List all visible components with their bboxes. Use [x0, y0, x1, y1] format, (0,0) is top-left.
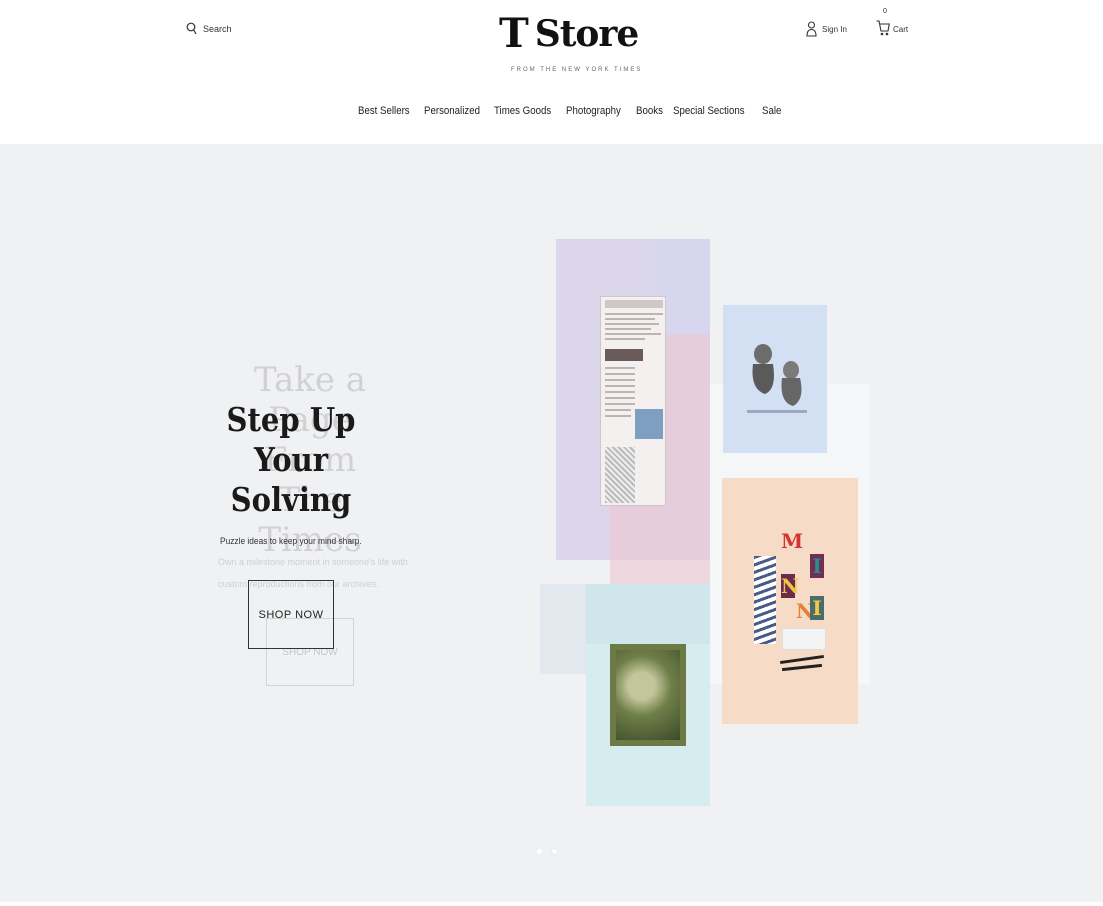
carousel-dots	[537, 849, 557, 854]
letter-tile: I	[810, 596, 824, 620]
nav-item-special-sections[interactable]: Special Sections	[673, 105, 745, 117]
hero-title: Step Up Your Solving	[226, 400, 356, 519]
patterned-card	[754, 556, 776, 644]
page-divider	[0, 902, 1103, 906]
note-card	[782, 628, 826, 650]
cart-count-badge: 0	[883, 8, 887, 15]
shop-now-button[interactable]: SHOP NOW	[248, 580, 334, 649]
logo-tagline: FROM THE NEW YORK TIMES	[511, 67, 643, 73]
user-icon	[806, 21, 817, 37]
logo-wordmark: Store	[534, 13, 640, 55]
hero-subtitle: Puzzle ideas to keep your mind sharp.	[220, 536, 362, 547]
sign-in-button[interactable]: Sign In	[806, 21, 847, 37]
search-button[interactable]: Search	[186, 22, 232, 35]
search-label: Search	[203, 23, 232, 34]
cart-button[interactable]: 0 Cart	[876, 8, 912, 38]
nav-item-best-sellers[interactable]: Best Sellers	[358, 105, 410, 117]
nav-item-times-goods[interactable]: Times Goods	[494, 105, 551, 117]
carousel-dot[interactable]	[537, 849, 542, 854]
bird-figurines-image	[747, 344, 807, 413]
nav-item-personalized[interactable]: Personalized	[424, 105, 480, 117]
cart-label: Cart	[893, 25, 909, 34]
main-nav: Best Sellers Personalized Times Goods Ph…	[358, 105, 781, 117]
cart-icon	[876, 20, 890, 36]
carousel-dot-active[interactable]	[552, 849, 557, 854]
nav-item-photography[interactable]: Photography	[566, 105, 621, 117]
letter-tile: I	[810, 554, 824, 578]
framed-photo-image	[610, 644, 686, 746]
search-icon	[186, 22, 197, 35]
logo-mark: T	[499, 10, 529, 57]
newspaper-print-image	[600, 296, 666, 506]
nav-item-books[interactable]: Books	[636, 105, 663, 117]
letter-tile: N	[796, 599, 815, 623]
peach-panel	[722, 478, 858, 724]
teal-panel-top	[586, 584, 710, 644]
sign-in-label: Sign In	[822, 24, 847, 34]
site-header: Search T Store FROM THE NEW YORK TIMES S…	[0, 0, 1103, 144]
letter-tile: M	[781, 529, 804, 553]
nav-item-sale[interactable]: Sale	[762, 105, 781, 117]
site-logo[interactable]: T Store	[499, 10, 640, 57]
letter-tile: N	[781, 574, 800, 598]
hero-carousel: Take a Page From The Times Own a milesto…	[0, 144, 1103, 902]
